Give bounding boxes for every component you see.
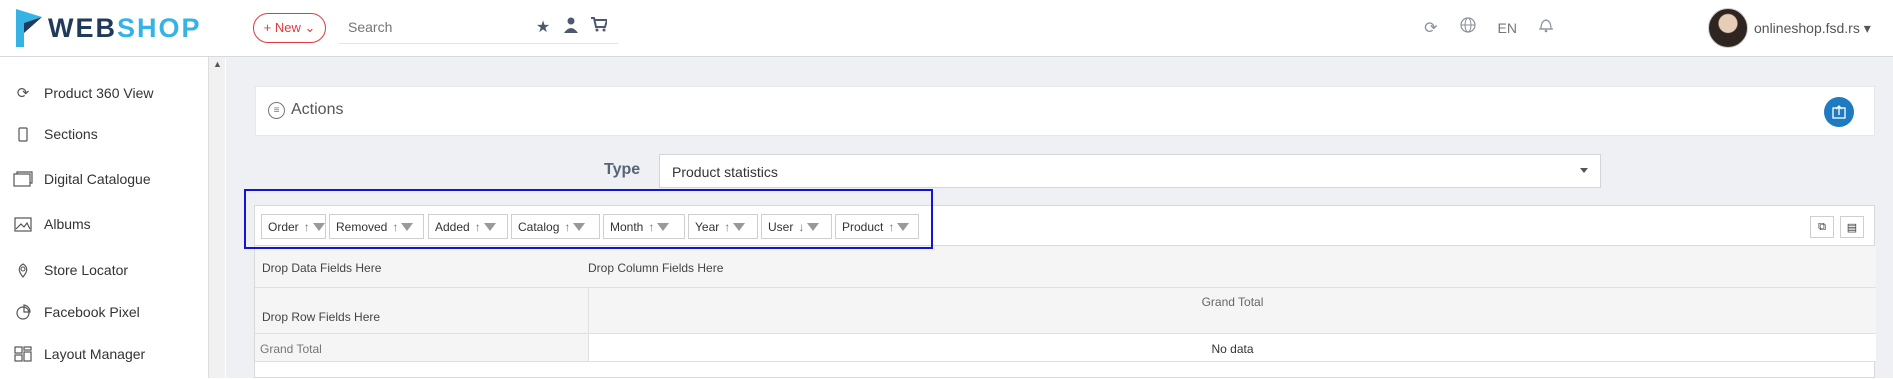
field-chooser-icon[interactable]: ⧉ [1810,216,1834,238]
mobile-icon [12,124,34,144]
actions-panel: ≡ Actions [255,86,1875,136]
actions-title: Actions [291,101,344,118]
pivot-body: Drop Data Fields Here Drop Column Fields… [255,246,1876,379]
type-select-value: Product statistics [672,164,778,180]
actions-header[interactable]: ≡ Actions [268,101,343,119]
pie-chart-icon [12,302,34,322]
type-label: Type [604,161,641,178]
quick-icons: ★ [535,17,609,38]
data-fields-drop-zone[interactable]: Drop Data Fields Here [255,246,588,288]
map-pin-icon [12,260,34,280]
menu-circle-icon: ≡ [268,101,285,119]
selection-highlight [244,189,933,249]
sidebar-item-label: Facebook Pixel [44,304,140,320]
avatar [1708,8,1748,48]
scroll-up-icon[interactable]: ▲ [213,59,222,69]
sidebar-item-label: Product 360 View [44,85,154,101]
chevron-down-icon [1580,168,1588,173]
sidebar-item-label: Sections [44,126,98,142]
search-input[interactable] [338,10,528,44]
user-name: onlineshop.fsd.rs ▾ [1754,19,1871,36]
sidebar-item-albums[interactable]: Albums [12,214,91,234]
sidebar-item-label: Layout Manager [44,346,146,362]
sidebar-item-layout-manager[interactable]: Layout Manager [12,344,145,364]
user-menu[interactable]: onlineshop.fsd.rs ▾ [1708,8,1871,48]
sidebar-item-sections[interactable]: Sections [12,124,98,144]
image-icon [12,214,34,234]
pivot-tools: ⧉ ▤ [1810,216,1864,238]
sidebar-item-store-locator[interactable]: Store Locator [12,260,128,280]
type-select[interactable]: Product statistics [659,154,1601,188]
sidebar-item-label: Digital Catalogue [44,171,151,187]
sidebar-item-product-360-view[interactable]: ⟳ Product 360 View [12,83,154,103]
cart-icon[interactable] [591,17,609,38]
new-button[interactable]: + New ⌄ [253,13,326,43]
export-button[interactable] [1824,97,1854,127]
no-data-cell: No data [588,334,1876,362]
layout-icon [12,344,34,364]
refresh-icon[interactable]: ⟳ [1424,18,1437,38]
sidebar-item-facebook-pixel[interactable]: Facebook Pixel [12,302,140,322]
export-icon [1832,105,1846,119]
sidebar-item-label: Store Locator [44,262,129,278]
header-tools: ⟳ EN [1424,17,1553,38]
user-icon[interactable] [563,17,579,38]
bell-icon[interactable] [1539,17,1553,38]
sidebar-item-digital-catalogue[interactable]: Digital Catalogue [12,169,151,189]
column-grand-total-header: Grand Total [588,288,1876,334]
sidebar-item-label: Albums [44,216,91,232]
logo-icon [16,9,42,47]
webshop-logo[interactable]: WEBSHOP [16,8,202,48]
export-excel-icon[interactable]: ▤ [1840,216,1864,238]
sync-icon: ⟳ [16,85,30,102]
star-icon[interactable]: ★ [535,17,551,38]
sidebar-scrollbar[interactable]: ▲ [208,57,225,378]
logo-text: WEBSHOP [48,12,202,43]
catalogue-icon [12,169,34,189]
sidebar: ⟳ Product 360 View Sections Digital Cata… [0,57,225,378]
row-grand-total-header: Grand Total [255,334,588,362]
globe-icon[interactable] [1459,17,1476,38]
top-bar: WEBSHOP + New ⌄ ★ ⟳ EN onlineshop.fsd.rs… [0,0,1893,57]
column-fields-drop-zone[interactable]: Drop Column Fields Here [588,246,1876,288]
language-selector[interactable]: EN [1498,20,1517,36]
row-fields-drop-zone[interactable]: Drop Row Fields Here [255,288,588,334]
